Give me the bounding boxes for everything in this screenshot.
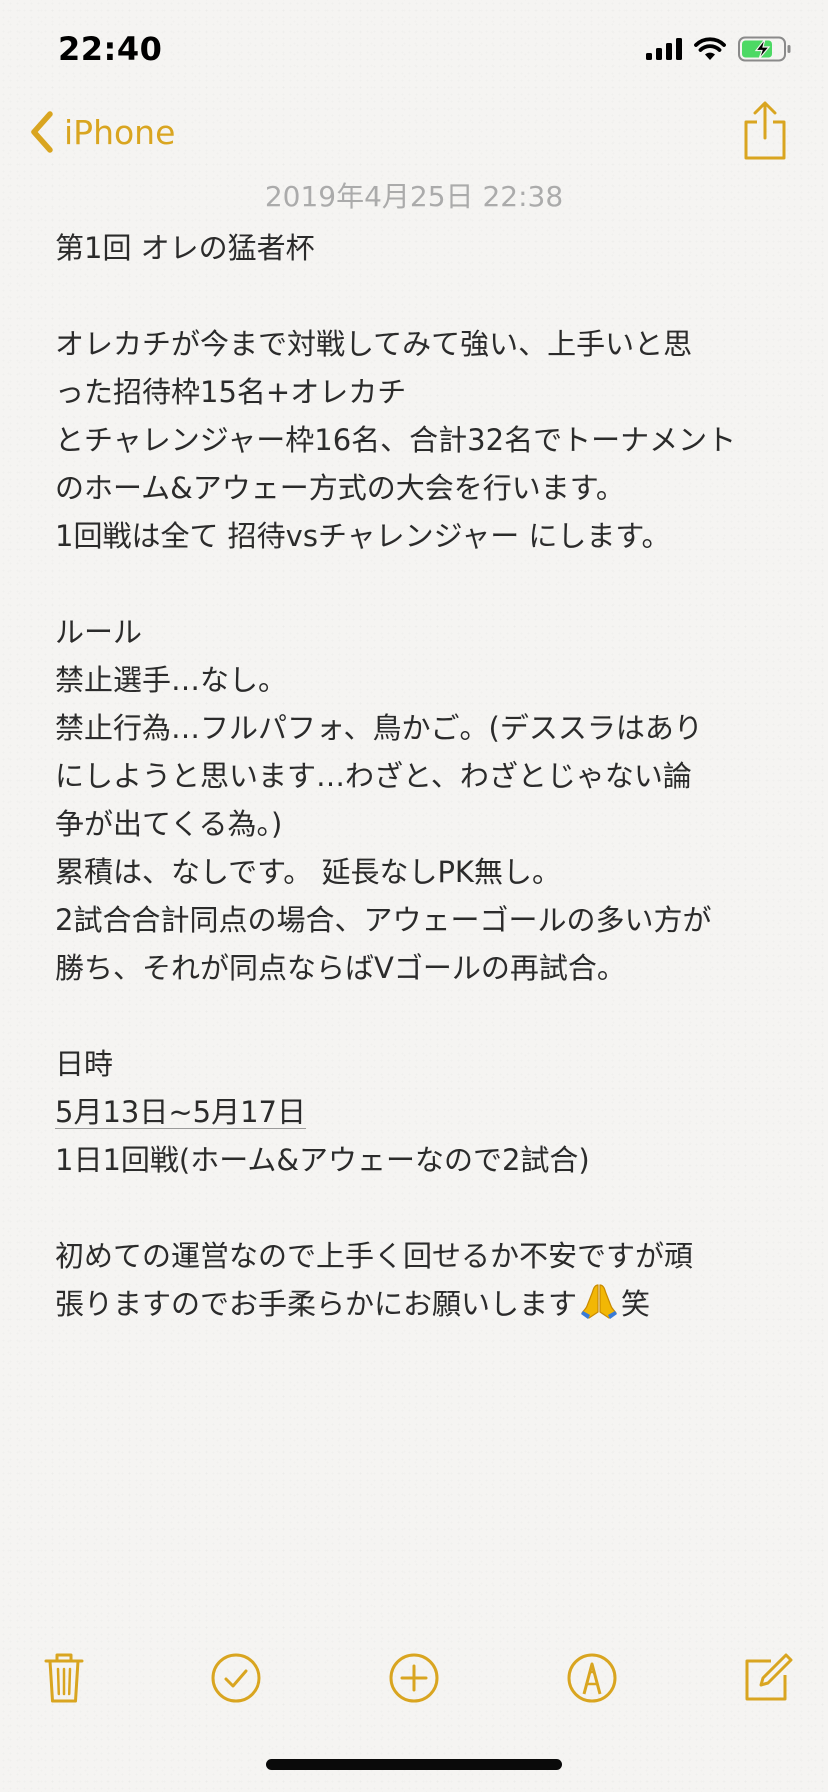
note-body[interactable]: 第1回 オレの猛者杯 オレカチが今まで対戦してみて強い、上手いと思 った招待枠1… xyxy=(55,224,795,1328)
note-line: のホーム&アウェー方式の大会を行います。 xyxy=(55,471,625,505)
folded-hands-icon xyxy=(581,1284,618,1319)
status-bar: 22:40 xyxy=(0,0,828,100)
checklist-icon xyxy=(211,1653,261,1703)
back-button[interactable]: iPhone xyxy=(28,104,175,160)
note-line: 2試合合計同点の場合、アウェーゴールの多い方が xyxy=(55,903,712,937)
trash-icon xyxy=(44,1653,84,1703)
battery-charging-icon xyxy=(738,36,791,62)
bottom-toolbar xyxy=(0,1640,828,1720)
note-line: 勝ち、それが同点ならばVゴールの再試合。 xyxy=(55,951,626,985)
note-line: にしようと思います…わざと、わざとじゃない論 xyxy=(55,759,692,793)
delete-button[interactable] xyxy=(32,1640,96,1716)
share-icon xyxy=(744,101,786,160)
note-line: 日時 xyxy=(55,1047,114,1081)
note-line-last: 張りますのでお手柔らかにお願いします 笑 xyxy=(55,1280,795,1328)
date-range-link[interactable]: 5月13日~5月17日 xyxy=(55,1088,795,1136)
note-line: った招待枠15名+オレカチ xyxy=(55,375,407,409)
note-line: ルール xyxy=(55,615,143,649)
compose-icon xyxy=(745,1653,793,1701)
date-range-text: 5月13日~5月17日 xyxy=(55,1095,307,1129)
cellular-signal-icon xyxy=(646,38,682,60)
note-line-text: 笑 xyxy=(621,1287,651,1321)
note-line-text: 張りますのでお手柔らかにお願いします xyxy=(55,1287,578,1321)
wifi-icon xyxy=(694,37,726,60)
add-attachment-button[interactable] xyxy=(382,1640,446,1716)
share-button[interactable] xyxy=(740,100,790,162)
note-line: 禁止選手…なし。 xyxy=(55,663,288,697)
note-date: 2019年4月25日 22:38 xyxy=(264,180,564,213)
home-indicator[interactable] xyxy=(266,1759,562,1770)
markup-button[interactable] xyxy=(560,1640,624,1716)
note-line: 初めての運営なので上手く回せるか不安ですが頑 xyxy=(55,1239,694,1273)
note-title: 第1回 オレの猛者杯 xyxy=(55,231,315,265)
note-line: 禁止行為…フルパフォ、鳥かご。(デススラはあり xyxy=(55,711,703,745)
note-line xyxy=(55,992,795,1040)
status-time: 22:40 xyxy=(58,30,163,68)
note-line: 1回戦は全て 招待vsチャレンジャー にします。 xyxy=(55,519,671,553)
note-line: 争が出てくる為。) xyxy=(55,807,283,841)
checklist-button[interactable] xyxy=(204,1640,268,1716)
markup-pen-icon xyxy=(567,1653,617,1703)
note-line xyxy=(55,560,795,608)
status-icons xyxy=(646,36,792,62)
add-icon xyxy=(389,1653,439,1703)
note-line xyxy=(55,272,795,320)
note-line: 1日1回戦(ホーム&アウェーなので2試合) xyxy=(55,1143,590,1177)
note-line: オレカチが今まで対戦してみて強い、上手いと思 xyxy=(55,327,693,361)
note-line: とチャレンジャー枠16名、合計32名でトーナメント xyxy=(55,423,737,457)
back-button-label: iPhone xyxy=(64,112,176,152)
chevron-left-icon xyxy=(31,111,53,153)
note-line xyxy=(55,1184,795,1232)
note-line: 累積は、なしです。 延長なしPK無し。 xyxy=(55,855,561,889)
compose-button[interactable] xyxy=(736,1640,800,1716)
